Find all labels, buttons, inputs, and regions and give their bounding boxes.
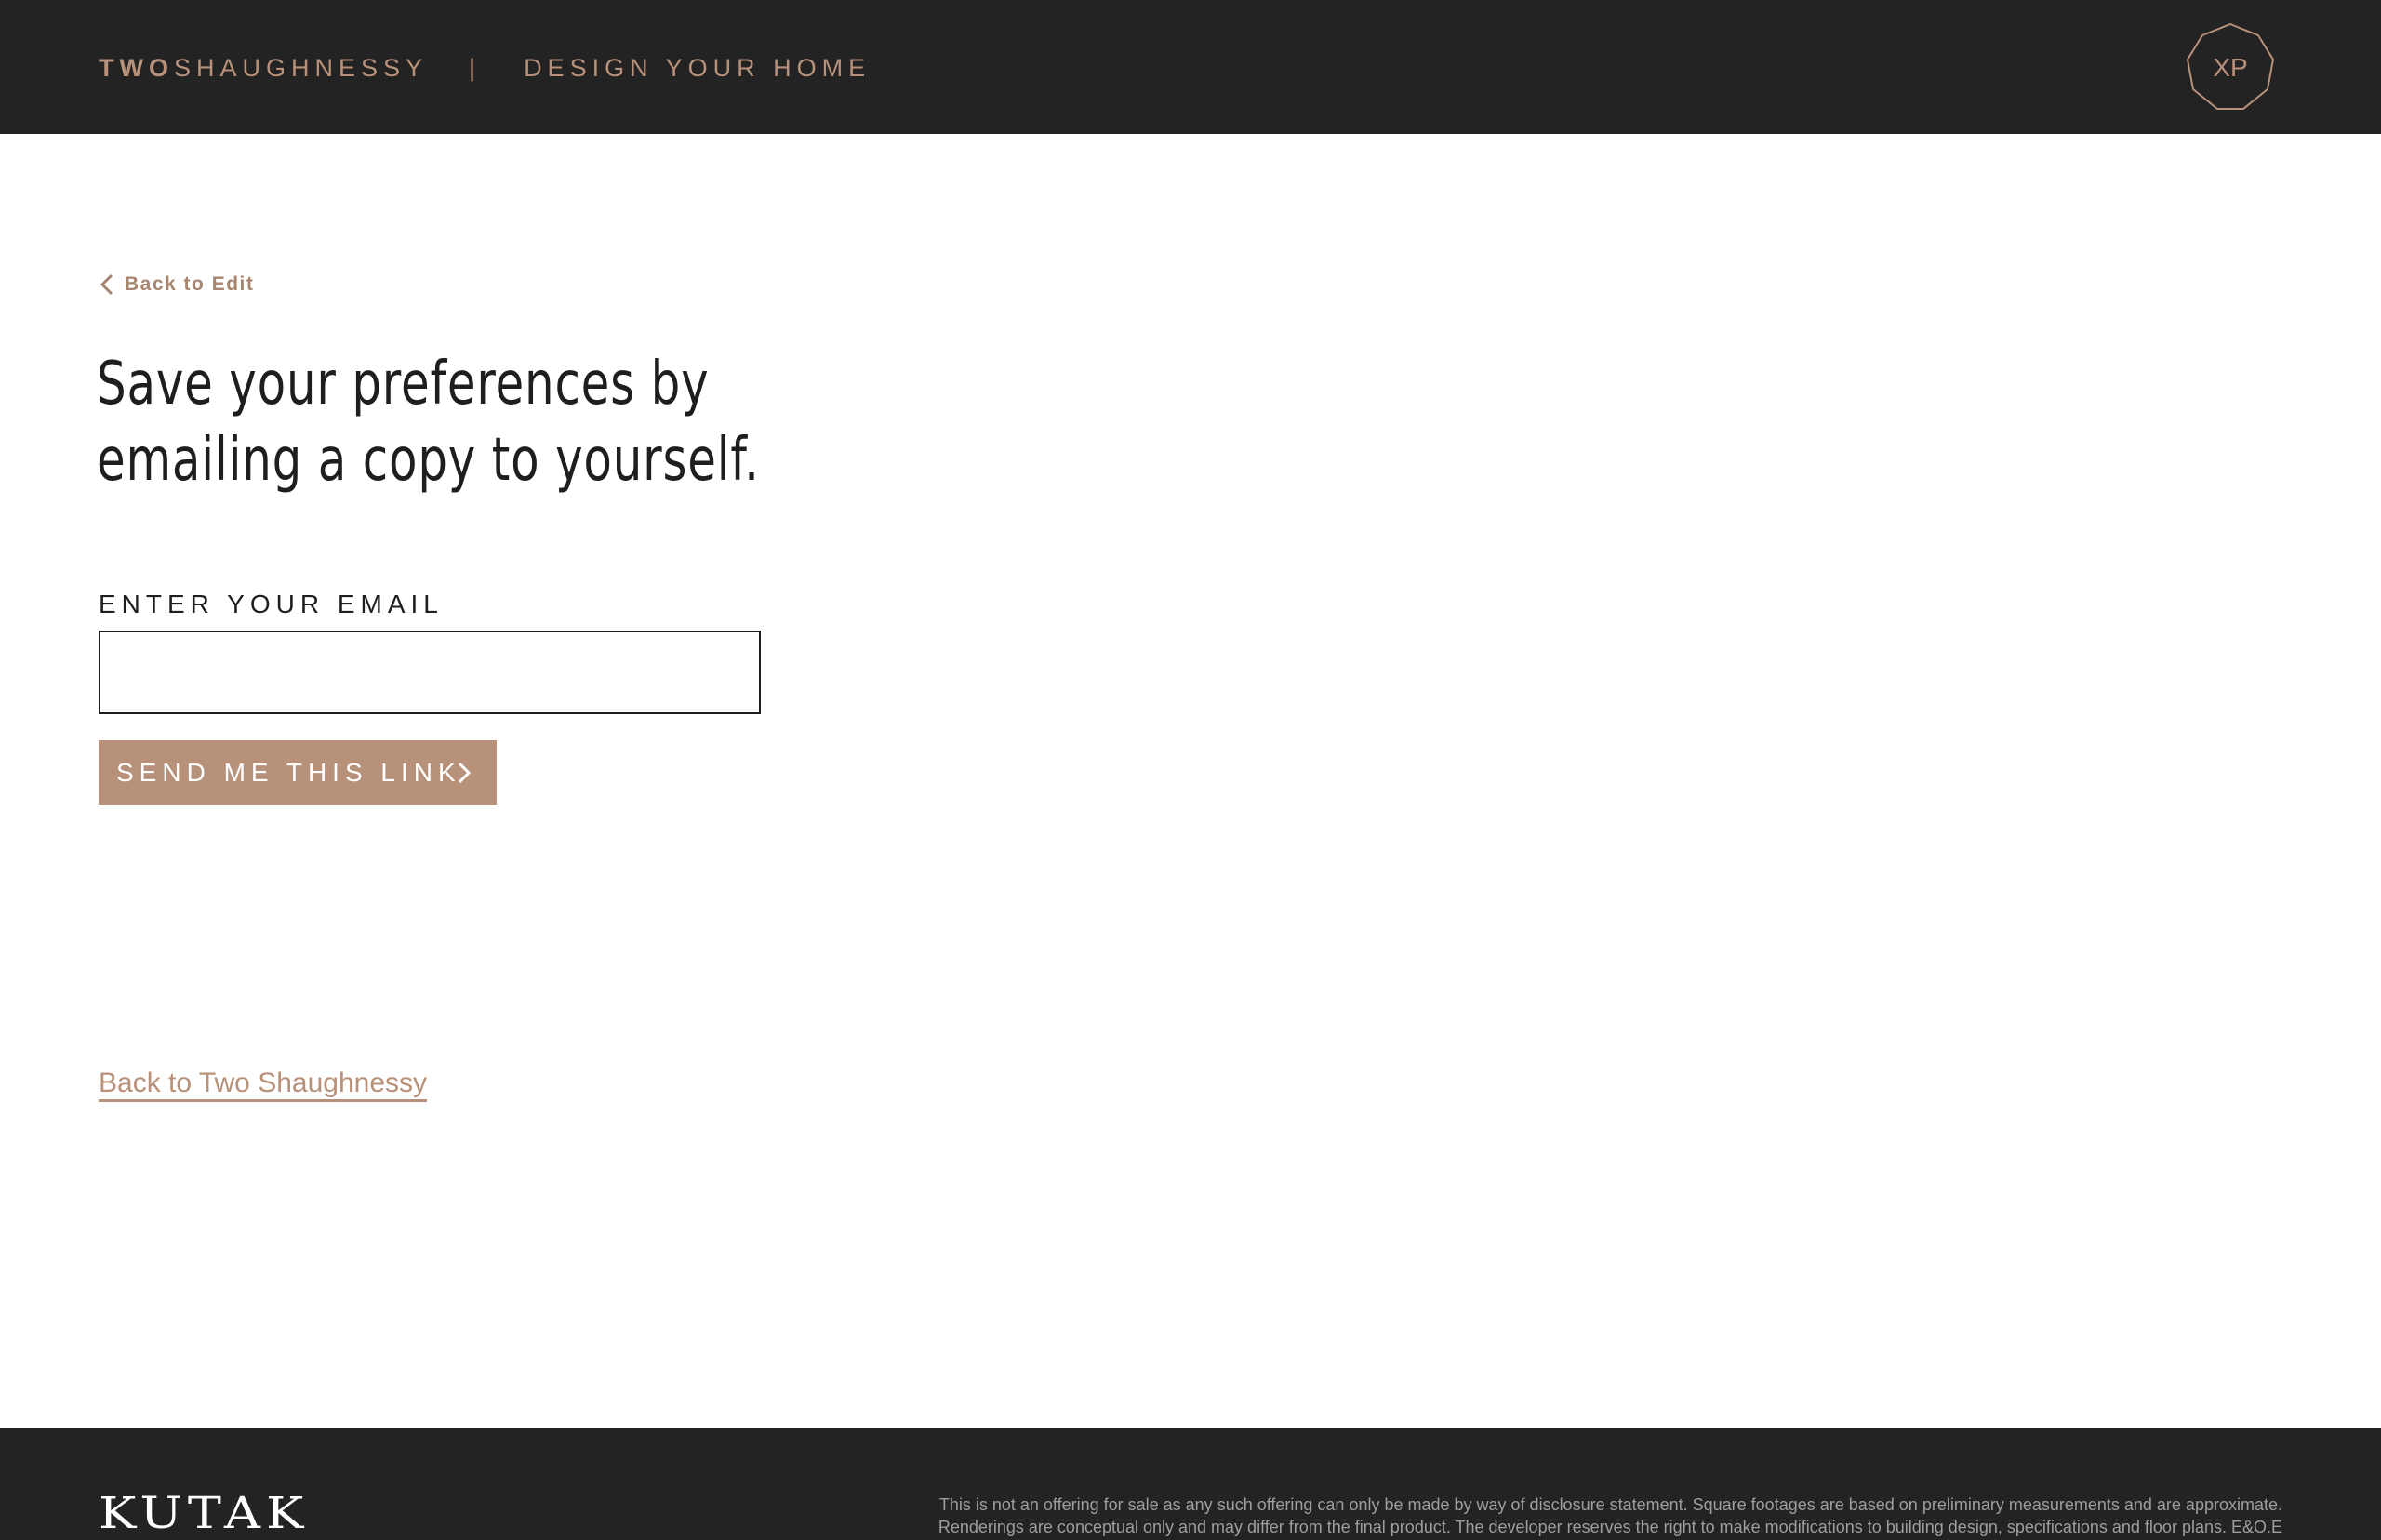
back-to-edit-label: Back to Edit — [125, 273, 255, 295]
brand-divider: | — [469, 53, 482, 82]
send-link-label: SEND ME THIS LINK — [116, 758, 461, 787]
brand-navigation: TWO SHAUGHNESSY | DESIGN YOUR HOME — [99, 52, 871, 84]
disclaimer-line-2: Renderings are conceptual only and may d… — [938, 1518, 2282, 1536]
top-navigation-bar: TWO SHAUGHNESSY | DESIGN YOUR HOME XP — [0, 0, 2381, 134]
chevron-right-icon — [458, 762, 472, 784]
back-to-edit-link[interactable]: Back to Edit — [99, 270, 254, 299]
brand-logo-bold[interactable]: TWO — [99, 54, 174, 83]
send-link-button[interactable]: SEND ME THIS LINK — [99, 740, 497, 805]
octagon-logo-icon: XP — [2186, 22, 2275, 110]
page-heading: Save your preferences by emailing a copy… — [97, 346, 760, 498]
xp-logo-badge[interactable]: XP — [2186, 22, 2275, 112]
email-field-label: ENTER YOUR EMAIL — [99, 590, 444, 618]
heading-line-2: emailing a copy to yourself. — [97, 426, 760, 495]
legal-disclaimer: This is not an offering for sale as any … — [701, 1494, 2282, 1538]
back-to-home-link[interactable]: Back to Two Shaughnessy — [99, 1068, 427, 1099]
kutak-logo[interactable]: KUTAK — [99, 1492, 309, 1534]
disclaimer-line-1: This is not an offering for sale as any … — [938, 1495, 2282, 1514]
badge-text: XP — [2213, 53, 2247, 82]
chevron-left-icon — [100, 273, 113, 296]
heading-line-1: Save your preferences by — [97, 350, 710, 418]
brand-logo-regular[interactable]: SHAUGHNESSY — [174, 54, 428, 83]
footer-bar: KUTAK This is not an offering for sale a… — [0, 1428, 2381, 1540]
email-input[interactable] — [99, 631, 761, 714]
section-title: DESIGN YOUR HOME — [524, 53, 871, 82]
